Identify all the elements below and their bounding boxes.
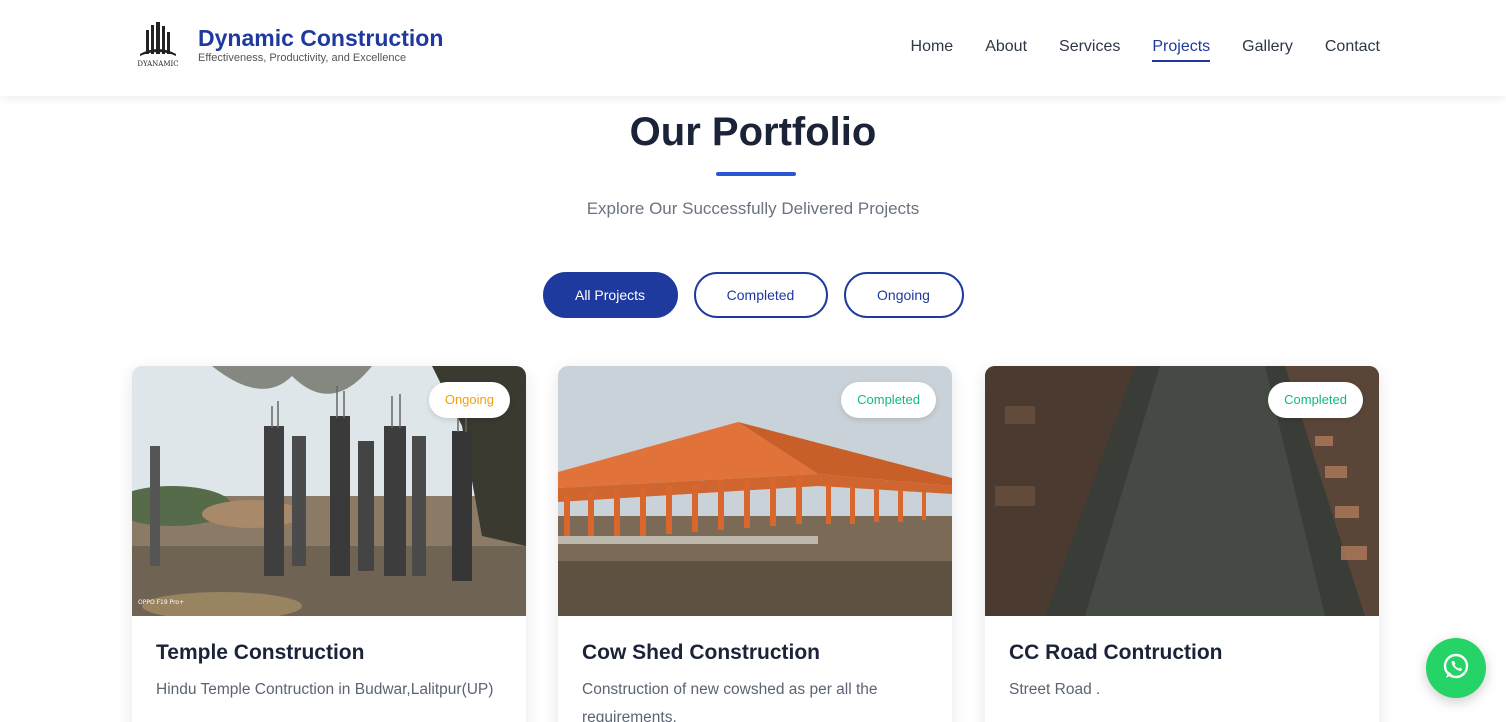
nav-contact[interactable]: Contact xyxy=(1325,38,1380,62)
nav-about[interactable]: About xyxy=(985,38,1027,62)
project-description: Street Road . xyxy=(1009,681,1101,698)
whatsapp-button[interactable] xyxy=(1426,638,1486,698)
brand-tagline: Effectiveness, Productivity, and Excelle… xyxy=(198,52,407,64)
project-title: Cow Shed Construction xyxy=(582,641,820,664)
status-badge: Ongoing xyxy=(428,382,510,418)
brand-title[interactable]: Dynamic Construction xyxy=(198,25,443,52)
nav-home[interactable]: Home xyxy=(911,38,954,62)
site-header: DYANAMIC Dynamic Construction Effectiven… xyxy=(0,0,1506,96)
nav-projects[interactable]: Projects xyxy=(1152,38,1210,62)
whatsapp-icon xyxy=(1441,651,1471,686)
project-filters: All Projects Completed Ongoing xyxy=(0,272,1506,318)
project-description: Hindu Temple Contruction in Budwar,Lalit… xyxy=(156,681,494,698)
project-card[interactable]: Completed Cow Shed Construction Construc… xyxy=(558,366,952,722)
section-subtitle: Explore Our Successfully Delivered Proje… xyxy=(586,199,920,218)
project-image-cowshed: Completed xyxy=(558,366,952,616)
main-nav: Home About Services Projects Gallery Con… xyxy=(911,38,1380,62)
status-badge: Completed xyxy=(841,382,936,418)
project-title: Temple Construction xyxy=(156,641,365,664)
status-badge: Completed xyxy=(1268,382,1363,418)
svg-text:DYANAMIC: DYANAMIC xyxy=(137,60,178,68)
section-title: Our Portfolio xyxy=(629,110,877,154)
project-image-temple: OPPO F19 Pro+ Ongoing xyxy=(132,366,526,616)
project-card[interactable]: Completed CC Road Contruction Street Roa… xyxy=(985,366,1379,722)
company-logo[interactable]: DYANAMIC xyxy=(132,20,184,70)
nav-gallery[interactable]: Gallery xyxy=(1242,38,1293,62)
filter-all-button[interactable]: All Projects xyxy=(542,272,678,318)
project-image-road: Completed xyxy=(985,366,1379,616)
filter-ongoing-button[interactable]: Ongoing xyxy=(843,272,964,318)
filter-completed-button[interactable]: Completed xyxy=(693,272,828,318)
title-underline xyxy=(716,172,796,176)
nav-services[interactable]: Services xyxy=(1059,38,1120,62)
svg-text:OPPO F19 Pro+: OPPO F19 Pro+ xyxy=(138,599,184,606)
project-title: CC Road Contruction xyxy=(1009,641,1223,664)
project-card[interactable]: OPPO F19 Pro+ Ongoing Temple Constructio… xyxy=(132,366,526,722)
project-description: Construction of new cowshed as per all t… xyxy=(582,681,878,722)
